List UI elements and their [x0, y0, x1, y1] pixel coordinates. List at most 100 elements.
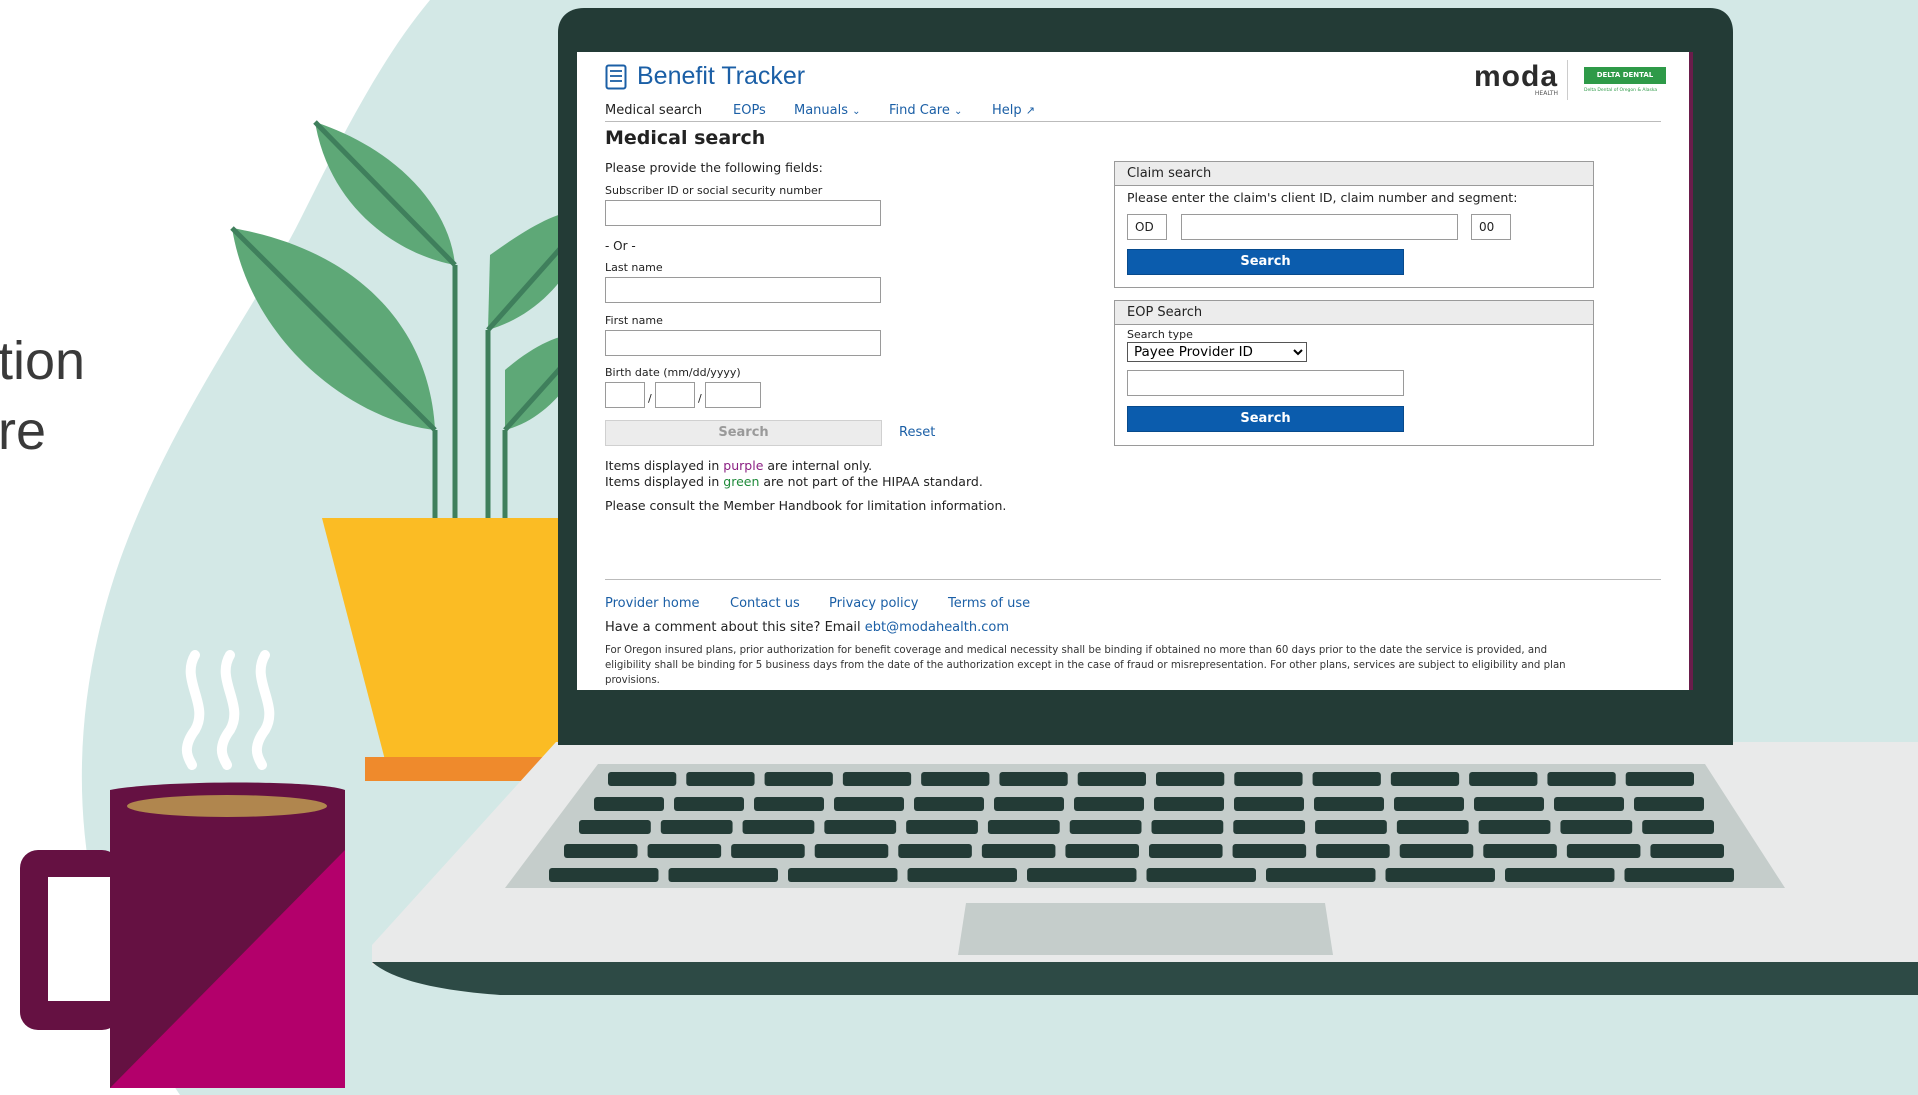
laptop-base-shadow: [372, 962, 1918, 995]
keyboard-key: [1315, 820, 1387, 834]
keyboard-key: [1077, 772, 1146, 786]
keyboard-key: [907, 868, 1017, 882]
eop-search-panel: EOP Search Search type Payee Provider ID…: [1114, 300, 1594, 446]
segment-input[interactable]: 00: [1471, 214, 1511, 240]
keyboard-key: [1385, 868, 1495, 882]
document-list-icon: [605, 64, 627, 90]
keyboard-key: [731, 844, 805, 858]
keyboard-key: [1566, 844, 1641, 858]
keyboard-key: [1469, 772, 1538, 786]
claim-search-panel: Claim search Please enter the claim's cl…: [1114, 161, 1594, 288]
chevron-down-icon: ⌄: [852, 106, 861, 117]
nav-manuals[interactable]: Manuals ⌄: [794, 103, 861, 118]
footer-link-terms-of-use[interactable]: Terms of use: [948, 596, 1030, 611]
keyboard-key: [1547, 772, 1616, 786]
keyboard-key: [1312, 772, 1381, 786]
keyboard-key: [564, 844, 638, 858]
keyboard-key: [579, 820, 651, 834]
claim-number-input[interactable]: [1181, 214, 1458, 240]
birth-day-input[interactable]: [655, 382, 695, 408]
nav-eops[interactable]: EOPs: [733, 103, 766, 118]
keyboard-key: [788, 868, 898, 882]
keyboard-key: [921, 772, 990, 786]
nav-medical-search[interactable]: Medical search: [605, 103, 702, 118]
subscriber-label: Subscriber ID or social security number: [605, 184, 823, 197]
medical-search-button[interactable]: Search: [605, 420, 882, 446]
eop-search-input[interactable]: [1127, 370, 1404, 396]
keyboard-key: [549, 868, 659, 882]
eop-search-heading: EOP Search: [1115, 301, 1593, 325]
keyboard-key: [914, 797, 984, 811]
keyboard-key: [898, 844, 972, 858]
comment-email-link[interactable]: ebt@modahealth.com: [865, 620, 1009, 635]
fine-print-line: provisions.: [605, 675, 660, 686]
note-hipaa: Items displayed in green are not part of…: [605, 474, 983, 489]
keyboard-key: [824, 820, 897, 834]
keyboard-key: [764, 772, 833, 786]
footer-divider: [605, 579, 1661, 580]
chevron-down-icon: ⌄: [954, 106, 963, 117]
fine-print-line: eligibility shall be binding for 5 busin…: [605, 660, 1566, 671]
app-screen: Benefit Tracker moda HEALTH DELTA DENTAL…: [577, 52, 1693, 690]
keyboard-key: [814, 844, 889, 858]
keyboard-key: [1316, 844, 1390, 858]
note-internal-suffix: are internal only.: [763, 458, 873, 473]
side-text-line1: tion: [0, 331, 86, 391]
keyboard-key: [999, 772, 1068, 786]
birth-month-input[interactable]: [605, 382, 645, 408]
footer-link-privacy-policy[interactable]: Privacy policy: [829, 596, 918, 611]
keyboard-key: [1483, 844, 1557, 858]
keyboard-key: [1146, 868, 1256, 882]
comment-text: Have a comment about this site? Email: [605, 620, 865, 635]
keyboard-key: [1156, 772, 1225, 786]
last-name-input[interactable]: [605, 277, 881, 303]
note-handbook: Please consult the Member Handbook for l…: [605, 498, 1007, 513]
client-id-input[interactable]: OD: [1127, 214, 1167, 240]
delta-dental-logo: DELTA DENTAL: [1584, 67, 1666, 84]
or-separator: - Or -: [605, 239, 636, 253]
keyboard-key: [1394, 797, 1464, 811]
keyboard-key: [981, 844, 1056, 858]
keyboard-key: [668, 868, 778, 882]
birth-year-input[interactable]: [705, 382, 761, 408]
keyboard-key: [674, 797, 744, 811]
search-type-select[interactable]: Payee Provider ID: [1127, 342, 1307, 362]
keyboard-key: [1314, 797, 1384, 811]
first-name-input[interactable]: [605, 330, 881, 356]
keyboard-key: [1396, 820, 1469, 834]
app-title: Benefit Tracker: [637, 62, 806, 90]
keyboard-key: [1560, 820, 1633, 834]
keyboard-key: [1505, 868, 1615, 882]
claim-search-heading: Claim search: [1115, 162, 1593, 186]
nav-help[interactable]: Help ↗: [992, 103, 1035, 118]
coffee-mug: [20, 782, 345, 1088]
note-internal: Items displayed in purple are internal o…: [605, 458, 872, 473]
side-text-line2: re: [0, 401, 47, 461]
claim-search-button[interactable]: Search: [1127, 249, 1404, 275]
keyboard-key: [1390, 772, 1460, 786]
keyboard-key: [1474, 797, 1544, 811]
nav-find-care-label: Find Care: [889, 103, 950, 118]
trackpad: [958, 903, 1333, 955]
keyboard-key: [1154, 797, 1224, 811]
keyboard-key: [1232, 844, 1307, 858]
keyboard-key: [1624, 868, 1734, 882]
search-type-label: Search type: [1127, 328, 1193, 341]
last-name-label: Last name: [605, 261, 663, 274]
footer-link-contact-us[interactable]: Contact us: [730, 596, 800, 611]
eop-search-button[interactable]: Search: [1127, 406, 1404, 432]
keyboard-key: [1650, 844, 1724, 858]
keyboard-key: [1625, 772, 1694, 786]
reset-link[interactable]: Reset: [899, 425, 935, 440]
keyboard-key: [834, 797, 904, 811]
keyboard-key: [1399, 844, 1474, 858]
nav-divider: [605, 121, 1661, 122]
external-link-icon: ↗: [1025, 104, 1035, 117]
keyboard-key: [742, 820, 815, 834]
nav-find-care[interactable]: Find Care ⌄: [889, 103, 962, 118]
keyboard-key: [1478, 820, 1551, 834]
footer-link-provider-home[interactable]: Provider home: [605, 596, 700, 611]
date-separator: /: [648, 392, 652, 405]
subscriber-id-input[interactable]: [605, 200, 881, 226]
note-internal-prefix: Items displayed in: [605, 458, 724, 473]
